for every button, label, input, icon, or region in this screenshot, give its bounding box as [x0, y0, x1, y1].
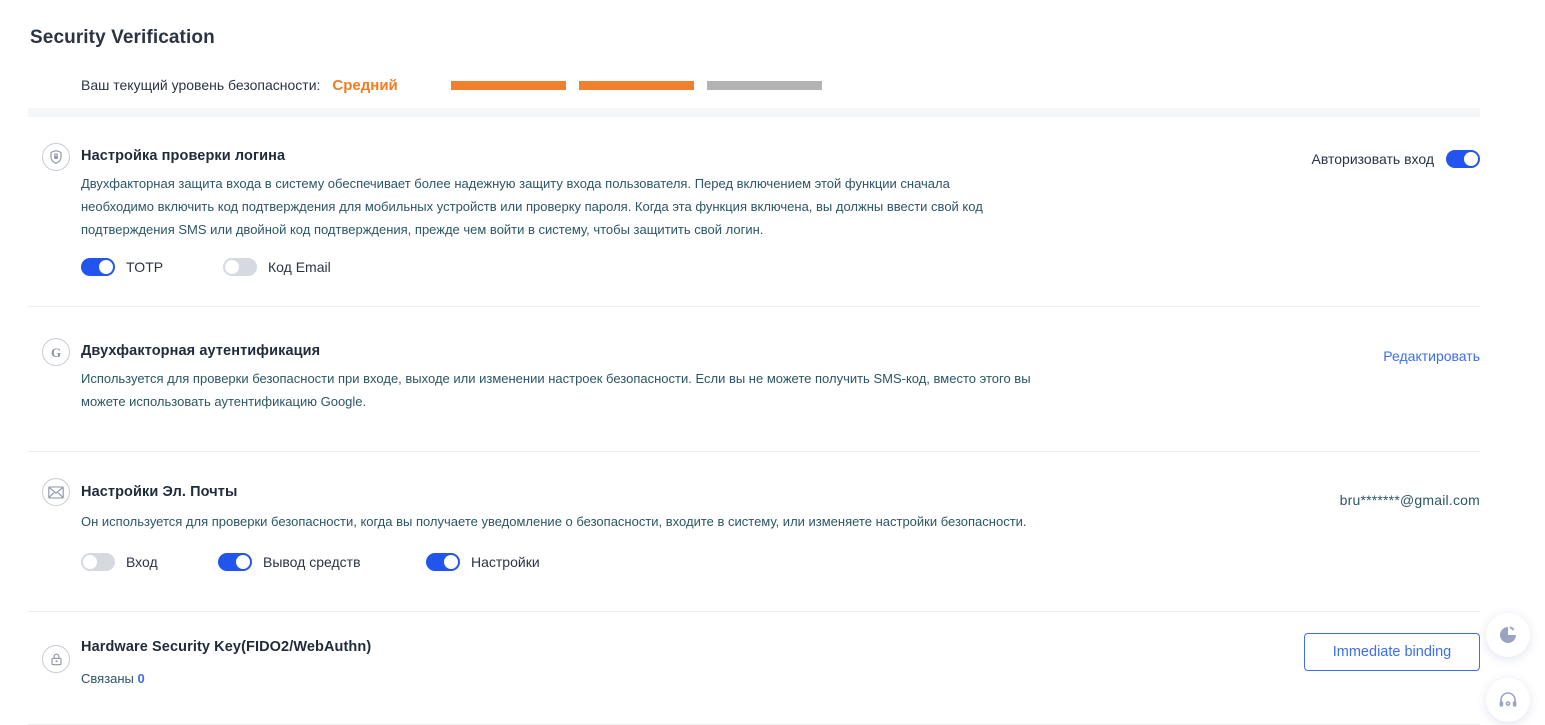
pie-chart-icon-button[interactable] — [1486, 613, 1530, 657]
authorize-login-label: Авторизовать вход — [1311, 151, 1434, 167]
headset-icon — [1499, 692, 1517, 707]
level-bar-2 — [578, 80, 694, 90]
toggle-label-email-code: Код Email — [268, 259, 331, 275]
envelope-icon — [42, 478, 70, 506]
toggle-knob — [83, 555, 97, 569]
bound-count-value: 0 — [137, 671, 145, 686]
level-bar-1 — [450, 80, 566, 90]
toggle-label-login: Вход — [126, 554, 158, 570]
toggle-authorize-login[interactable] — [1446, 150, 1480, 168]
section-hardware-key: Hardware Security Key(FIDO2/WebAuthn) Св… — [0, 612, 1545, 725]
toggle-knob — [236, 555, 250, 569]
toggle-knob — [444, 555, 458, 569]
section-desc-login: Двухфакторная защита входа в систему обе… — [81, 176, 983, 237]
login-method-toggles: TOTP Код Email — [81, 258, 331, 276]
toggle-email-settings[interactable] — [426, 553, 460, 571]
toggle-label-settings: Настройки — [471, 554, 540, 570]
hardware-key-bound-count: Связаны 0 — [81, 671, 145, 686]
toggle-item-settings[interactable]: Настройки — [426, 553, 540, 571]
security-level-value: Средний — [332, 76, 398, 94]
toggle-item-withdrawal[interactable]: Вывод средств — [218, 553, 426, 571]
section-desc-two-factor: Используется для проверки безопасности п… — [81, 371, 1031, 409]
toggle-email-withdrawal[interactable] — [218, 553, 252, 571]
two-factor-edit-action[interactable]: Редактировать — [1383, 348, 1480, 364]
email-address-display: bru*******@gmail.com — [1340, 492, 1480, 508]
toggle-knob — [1464, 152, 1478, 166]
shield-lock-icon — [42, 143, 70, 171]
section-two-factor-auth: G Двухфакторная аутентификация Используе… — [0, 312, 1545, 452]
email-notification-toggles: Вход Вывод средств Настройки — [81, 553, 540, 571]
toggle-label-totp: TOTP — [126, 259, 164, 275]
headset-icon-button[interactable] — [1486, 678, 1530, 722]
authorize-login-control[interactable]: Авторизовать вход — [1312, 150, 1480, 168]
bound-label: Связаны — [81, 671, 134, 686]
security-level-meter — [450, 80, 822, 90]
toggle-email-login[interactable] — [81, 553, 115, 571]
section-title-hardware-key: Hardware Security Key(FIDO2/WebAuthn) — [81, 639, 372, 655]
lock-icon — [42, 645, 70, 673]
section-email-settings: Настройки Эл. Почты Он используется для … — [0, 452, 1545, 612]
toggle-item-totp[interactable]: TOTP — [81, 258, 223, 276]
security-level-row: Ваш текущий уровень безопасности: Средни… — [81, 74, 822, 96]
edit-link[interactable]: Редактировать — [1383, 348, 1480, 364]
toggle-email-code[interactable] — [223, 258, 257, 276]
toggle-item-email-code[interactable]: Код Email — [223, 258, 331, 276]
google-g-icon: G — [42, 338, 70, 366]
toggle-label-withdrawal: Вывод средств — [263, 554, 361, 570]
security-level-label: Ваш текущий уровень безопасности: — [81, 77, 321, 93]
toggle-knob — [99, 260, 113, 274]
section-title-two-factor: Двухфакторная аутентификация — [81, 343, 321, 359]
pie-chart-icon — [1500, 626, 1516, 643]
level-bar-3 — [706, 80, 822, 90]
toggle-item-login[interactable]: Вход — [81, 553, 218, 571]
section-desc-email: Он используется для проверки безопасност… — [81, 514, 1027, 529]
section-login-verification: Настройка проверки логина Двухфакторная … — [0, 117, 1545, 307]
header-divider-strip — [28, 108, 1480, 117]
email-address-value: bru*******@gmail.com — [1339, 492, 1480, 508]
toggle-totp[interactable] — [81, 258, 115, 276]
hardware-key-action[interactable]: Immediate binding — [1304, 633, 1480, 671]
toggle-knob — [225, 260, 239, 274]
page-title: Security Verification — [30, 27, 215, 48]
section-title-email: Настройки Эл. Почты — [81, 484, 238, 500]
immediate-binding-button[interactable]: Immediate binding — [1304, 633, 1480, 671]
security-verification-page: Security Verification Ваш текущий уровен… — [0, 0, 1545, 725]
section-title-login: Настройка проверки логина — [81, 148, 286, 164]
